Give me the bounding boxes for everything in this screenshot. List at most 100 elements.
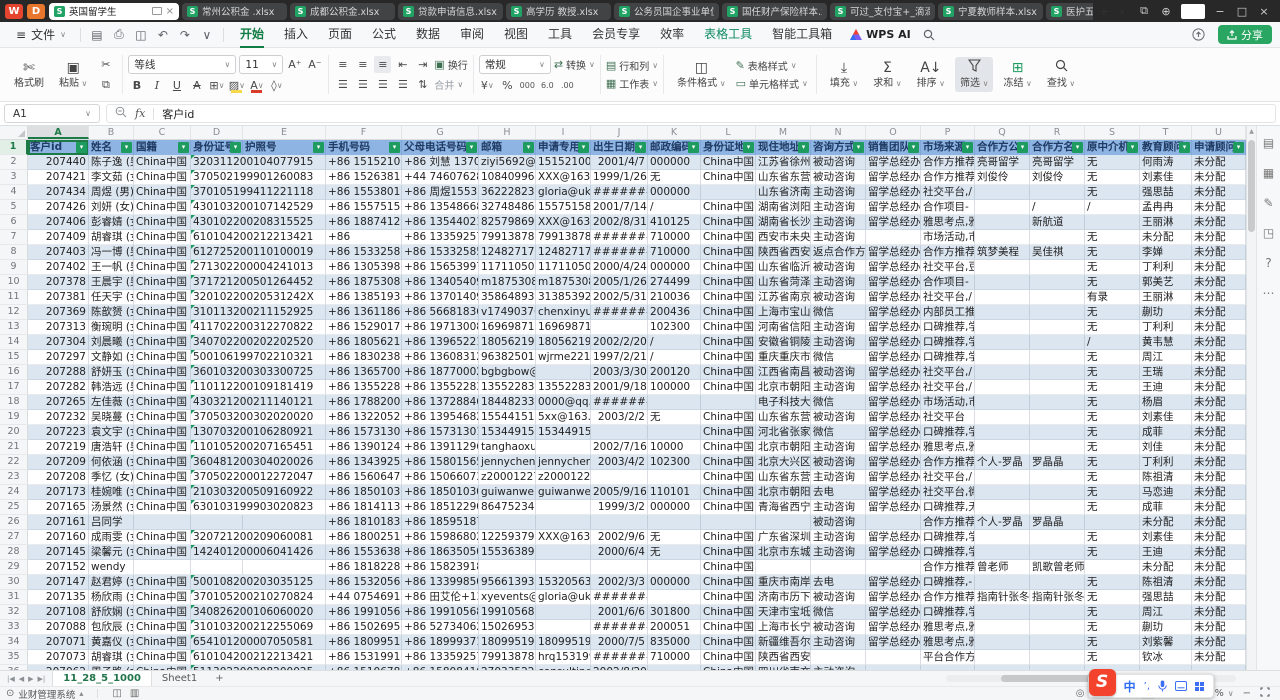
cell[interactable]: 胡睿琪 (女 [89, 650, 134, 665]
worksheet-button[interactable]: ▦工作表∨ [606, 76, 658, 91]
cell[interactable]: 山东省东营 [756, 170, 811, 185]
cell[interactable]: 丁利利 [1140, 260, 1192, 275]
cell[interactable]: 口碑推荐,学 [921, 545, 975, 560]
cell[interactable]: China中国 [701, 575, 756, 590]
cell[interactable]: 衡琬明 (女 [89, 320, 134, 335]
cell[interactable]: 安徽省铜陵 [756, 335, 811, 350]
cell[interactable]: 370503200302020020 [191, 410, 243, 425]
document-tab[interactable]: S国任财产保险样本.x [722, 3, 827, 20]
cell[interactable]: 湖南省长沙 [756, 215, 811, 230]
cell[interactable] [648, 395, 701, 410]
cell[interactable] [536, 560, 591, 575]
align-top-icon[interactable]: ≡ [334, 56, 351, 73]
cell[interactable]: 117110505 [479, 260, 536, 275]
cell[interactable]: +86 13439252 [326, 455, 402, 470]
cell[interactable]: 被动咨询 [811, 620, 866, 635]
cell[interactable]: 重庆市南岸 [756, 575, 811, 590]
cell[interactable]: chenxinyur [536, 305, 591, 320]
cell[interactable]: 370502199901260083 [191, 170, 243, 185]
cell[interactable]: 留学总经办 [866, 590, 921, 605]
cell[interactable]: 主动咨询 [811, 545, 866, 560]
filter-dropdown-icon[interactable]: ▾ [743, 142, 754, 153]
increase-indent-icon[interactable]: ⇥ [414, 56, 431, 73]
cell[interactable] [1030, 305, 1085, 320]
cell[interactable]: 207369 [28, 305, 89, 320]
cell[interactable]: 社交平台 [921, 410, 975, 425]
cell[interactable]: 凯歌曾老师 [1030, 560, 1085, 575]
cell[interactable] [811, 650, 866, 665]
cell[interactable]: 2002/5/31 [591, 290, 648, 305]
cell[interactable]: China中国 [134, 620, 191, 635]
cell[interactable]: 被动咨询 [811, 260, 866, 275]
cell[interactable]: 刘素佳 [1140, 530, 1192, 545]
filter-dropdown-icon[interactable]: ▾ [578, 142, 589, 153]
cell[interactable]: 杨欣雨 (女 [89, 590, 134, 605]
cell[interactable]: 合作方推荐 [921, 155, 975, 170]
cell[interactable]: 丁利利 [1140, 455, 1192, 470]
cell[interactable]: +86 1391129694 [402, 440, 479, 455]
document-tab[interactable]: S贷款申请信息.xlsx [398, 3, 503, 20]
cell[interactable]: 山东省临沂 [756, 260, 811, 275]
cell[interactable]: 2001/6/6 [591, 605, 648, 620]
cell[interactable] [975, 365, 1030, 380]
cell[interactable]: 610104200212213421 [191, 650, 243, 665]
cell[interactable]: +86 1354866895 [402, 200, 479, 215]
cell[interactable]: 郭美艺 [1140, 275, 1192, 290]
header-cell[interactable]: 国籍▾ [134, 140, 191, 155]
add-sheet-button[interactable]: + [207, 673, 231, 684]
cell[interactable] [536, 620, 591, 635]
cell[interactable]: 207219 [28, 440, 89, 455]
cell[interactable] [191, 515, 243, 530]
layout-icon[interactable]: ▦ [1263, 166, 1274, 180]
cell[interactable]: 胡睿琪 (女 [89, 230, 134, 245]
cell[interactable]: 留学总经办 [866, 245, 921, 260]
cell[interactable]: 合作方推荐 [921, 560, 975, 575]
cell[interactable]: 2003/4/2 [591, 455, 648, 470]
row-header[interactable]: 32 [0, 605, 28, 620]
table-style-button[interactable]: ✎表格样式∨ [736, 58, 808, 73]
header-cell[interactable]: 现住地址▾ [756, 140, 811, 155]
cell[interactable]: 未分配 [1192, 305, 1246, 320]
mic-icon[interactable] [1158, 680, 1167, 692]
cell[interactable]: China中国 [134, 440, 191, 455]
decrease-font-icon[interactable]: A⁻ [306, 56, 323, 73]
cell[interactable] [1030, 635, 1085, 650]
cell[interactable]: 500108200203035125 [191, 575, 243, 590]
cell[interactable]: 西安市未央 [756, 230, 811, 245]
cell[interactable]: ziyi5692@q [479, 155, 536, 170]
cell[interactable] [1030, 425, 1085, 440]
align-center-icon[interactable]: ☰ [354, 76, 371, 93]
cell[interactable]: China中国 [134, 155, 191, 170]
close-button[interactable]: × [1257, 5, 1271, 18]
cell[interactable]: 630103199903020823 [191, 500, 243, 515]
wrap-text-button[interactable]: ▣换行 [434, 57, 467, 72]
cell[interactable]: 360103200303300725 [191, 365, 243, 380]
cell[interactable]: +86 13901242 [326, 440, 402, 455]
cell[interactable]: +86 1370140948 [402, 290, 479, 305]
cell[interactable]: 未分配 [1192, 155, 1246, 170]
cell[interactable]: +86 15320563 [326, 575, 402, 590]
eye-icon[interactable]: ◎ [1076, 688, 1085, 699]
cell[interactable]: 舒欣娴 (女 [89, 605, 134, 620]
cell[interactable]: 马恋迪 [1140, 485, 1192, 500]
cell[interactable]: 北京市朝阳 [756, 380, 811, 395]
cell[interactable]: 王迪 [1140, 545, 1192, 560]
cell[interactable]: 留学总经办 [866, 620, 921, 635]
cell[interactable]: 511302200208200025 [191, 665, 243, 670]
menu-tab-工具[interactable]: 工具 [538, 22, 582, 48]
column-header-Q[interactable]: Q [975, 126, 1030, 139]
cell[interactable]: China中国 [701, 335, 756, 350]
header-cell[interactable]: 邮箱▾ [479, 140, 536, 155]
panel-list-icon[interactable]: ▤ [1263, 136, 1274, 150]
cell[interactable]: 留学总经办 [866, 350, 921, 365]
cell[interactable]: 筑梦美程 [975, 245, 1030, 260]
cell[interactable]: 无 [1085, 425, 1140, 440]
cell[interactable]: 黄嘉仪 (女 [89, 635, 134, 650]
cell[interactable]: 冯一博 (男 [89, 245, 134, 260]
header-cell[interactable]: 出生日期▾ [591, 140, 648, 155]
menu-tab-页面[interactable]: 页面 [318, 22, 362, 48]
share-button[interactable]: 分享 [1218, 25, 1272, 44]
row-header[interactable]: 34 [0, 635, 28, 650]
cell[interactable]: +86 15152100 [326, 155, 402, 170]
cell[interactable]: 社交平台,/ [921, 365, 975, 380]
